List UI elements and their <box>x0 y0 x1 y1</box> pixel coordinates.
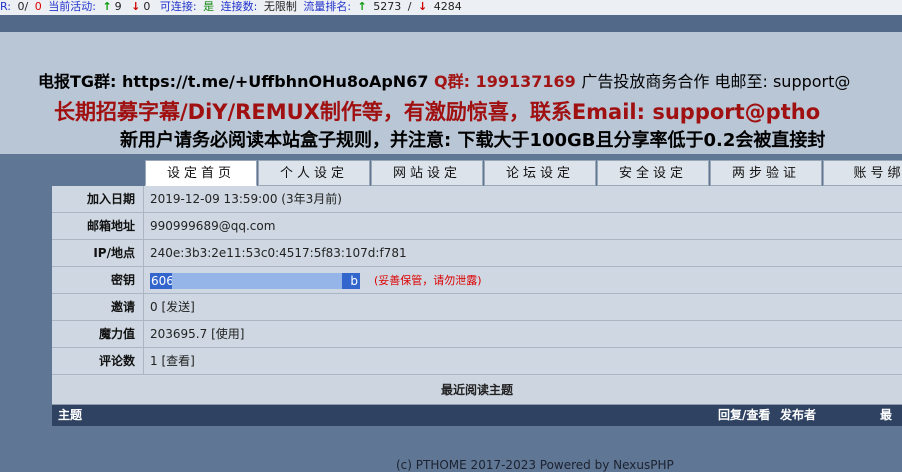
comments-label: 评论数 <box>52 348 144 374</box>
footer-copyright: (c) PTHOME 2017-2023 Powered by NexusPHP <box>396 458 674 472</box>
connectable-label: 可连接: <box>159 0 197 13</box>
passkey-warning: (妥善保管，请勿泄露) <box>374 274 482 287</box>
leeching-stat: ↓ 0 <box>131 0 151 13</box>
view-comments-link[interactable]: [查看] <box>161 354 194 368</box>
join-date-label: 加入日期 <box>52 186 144 212</box>
announcement-line-1: 电报TG群: https://t.me/+UffbhnOHu8oApN67 Q群… <box>38 72 851 91</box>
tab-site[interactable]: 网站设定 <box>371 160 483 186</box>
passkey-label: 密钥 <box>52 267 144 293</box>
tab-two-factor[interactable]: 两步验证 <box>710 160 822 186</box>
use-bonus-link[interactable]: [使用] <box>211 327 244 341</box>
rank-up-icon: ↑ <box>357 0 367 13</box>
header-band <box>0 15 902 32</box>
active-count: 0 <box>34 0 42 13</box>
seeding-stat: ↑ 9 <box>102 0 122 13</box>
tab-personal[interactable]: 个人设定 <box>258 160 370 186</box>
profile-info-table: 加入日期 2019-12-09 13:59:00 (3年3月前) 邮箱地址 99… <box>52 186 902 376</box>
email-label: 邮箱地址 <box>52 213 144 239</box>
comments-count: 1 <box>150 354 158 368</box>
arrow-up-icon: ↑ <box>102 0 112 13</box>
announcement-banner: 电报TG群: https://t.me/+UffbhnOHu8oApN67 Q群… <box>0 32 902 154</box>
join-date-value: 2019-12-09 13:59:00 (3年3月前) <box>150 192 342 206</box>
send-invite-link[interactable]: [发送] <box>161 300 194 314</box>
ip-label: IP/地点 <box>52 240 144 266</box>
row-comments: 评论数 1 [查看] <box>52 348 902 375</box>
column-subject[interactable]: 主题 <box>58 405 82 426</box>
qq-group: Q群: 199137169 <box>434 72 576 91</box>
announcement-line-3: 新用户请务必阅读本站盒子规则，并注意: 下载大于100GB且分享率低于0.2会被… <box>120 130 826 151</box>
bonus-value: 203695.7 <box>150 327 208 341</box>
column-author[interactable]: 发布者 <box>780 405 816 426</box>
connections-label: 连接数: <box>220 0 258 13</box>
passkey-redaction <box>172 272 342 289</box>
recent-threads-box: 最近阅读主题 主题 回复/查看 发布者 最后 <box>52 376 902 467</box>
ratio-value: 0/ <box>17 0 29 13</box>
tab-settings-home[interactable]: 设定首页 <box>145 160 257 186</box>
row-bonus: 魔力值 203695.7 [使用] <box>52 321 902 348</box>
connections-value: 无限制 <box>263 0 297 13</box>
tab-forum[interactable]: 论坛设定 <box>484 160 596 186</box>
column-replies-views[interactable]: 回复/查看 <box>718 405 770 426</box>
row-join-date: 加入日期 2019-12-09 13:59:00 (3年3月前) <box>52 186 902 213</box>
rank-label: 流量排名: <box>303 0 352 13</box>
connectable-value: 是 <box>203 0 215 13</box>
recent-threads-header: 主题 回复/查看 发布者 最后 <box>52 405 902 443</box>
active-label: 当前活动: <box>48 0 96 13</box>
rank-down-icon: ↓ <box>417 0 428 13</box>
settings-tabs: 设定首页 个人设定 网站设定 论坛设定 安全设定 两步验证 账号绑 <box>145 160 902 186</box>
row-ip: IP/地点 240e:3b3:2e11:53c0:4517:5f83:107d:… <box>52 240 902 267</box>
tab-account-binding[interactable]: 账号绑 <box>823 160 902 186</box>
email-value: 990999689@qq.com <box>150 219 276 233</box>
ip-value: 240e:3b3:2e11:53c0:4517:5f83:107d:f781 <box>150 246 407 260</box>
tab-security[interactable]: 安全设定 <box>597 160 709 186</box>
announcement-line-2: 长期招募字幕/DiY/REMUX制作等，有激励惊喜，联系Email: suppo… <box>54 100 821 124</box>
ratio-label: R: <box>0 0 12 13</box>
row-invite: 邀请 0 [发送] <box>52 294 902 321</box>
rank-values: ↑ 5273 / ↓ 4284 <box>357 0 462 13</box>
arrow-down-icon: ↓ <box>131 0 141 13</box>
bonus-label: 魔力值 <box>52 321 144 347</box>
row-passkey: 密钥 606 b (妥善保管，请勿泄露) <box>52 267 902 294</box>
recent-threads-title: 最近阅读主题 <box>52 376 902 405</box>
invite-label: 邀请 <box>52 294 144 320</box>
passkey-value[interactable]: 606 b <box>150 272 360 289</box>
invite-count: 0 <box>150 300 158 314</box>
row-email: 邮箱地址 990999689@qq.com <box>52 213 902 240</box>
status-bar: R: 0/ 0 当前活动: ↑ 9 ↓ 0 可连接: 是 连接数: 无限制 流量排名… <box>0 0 902 15</box>
